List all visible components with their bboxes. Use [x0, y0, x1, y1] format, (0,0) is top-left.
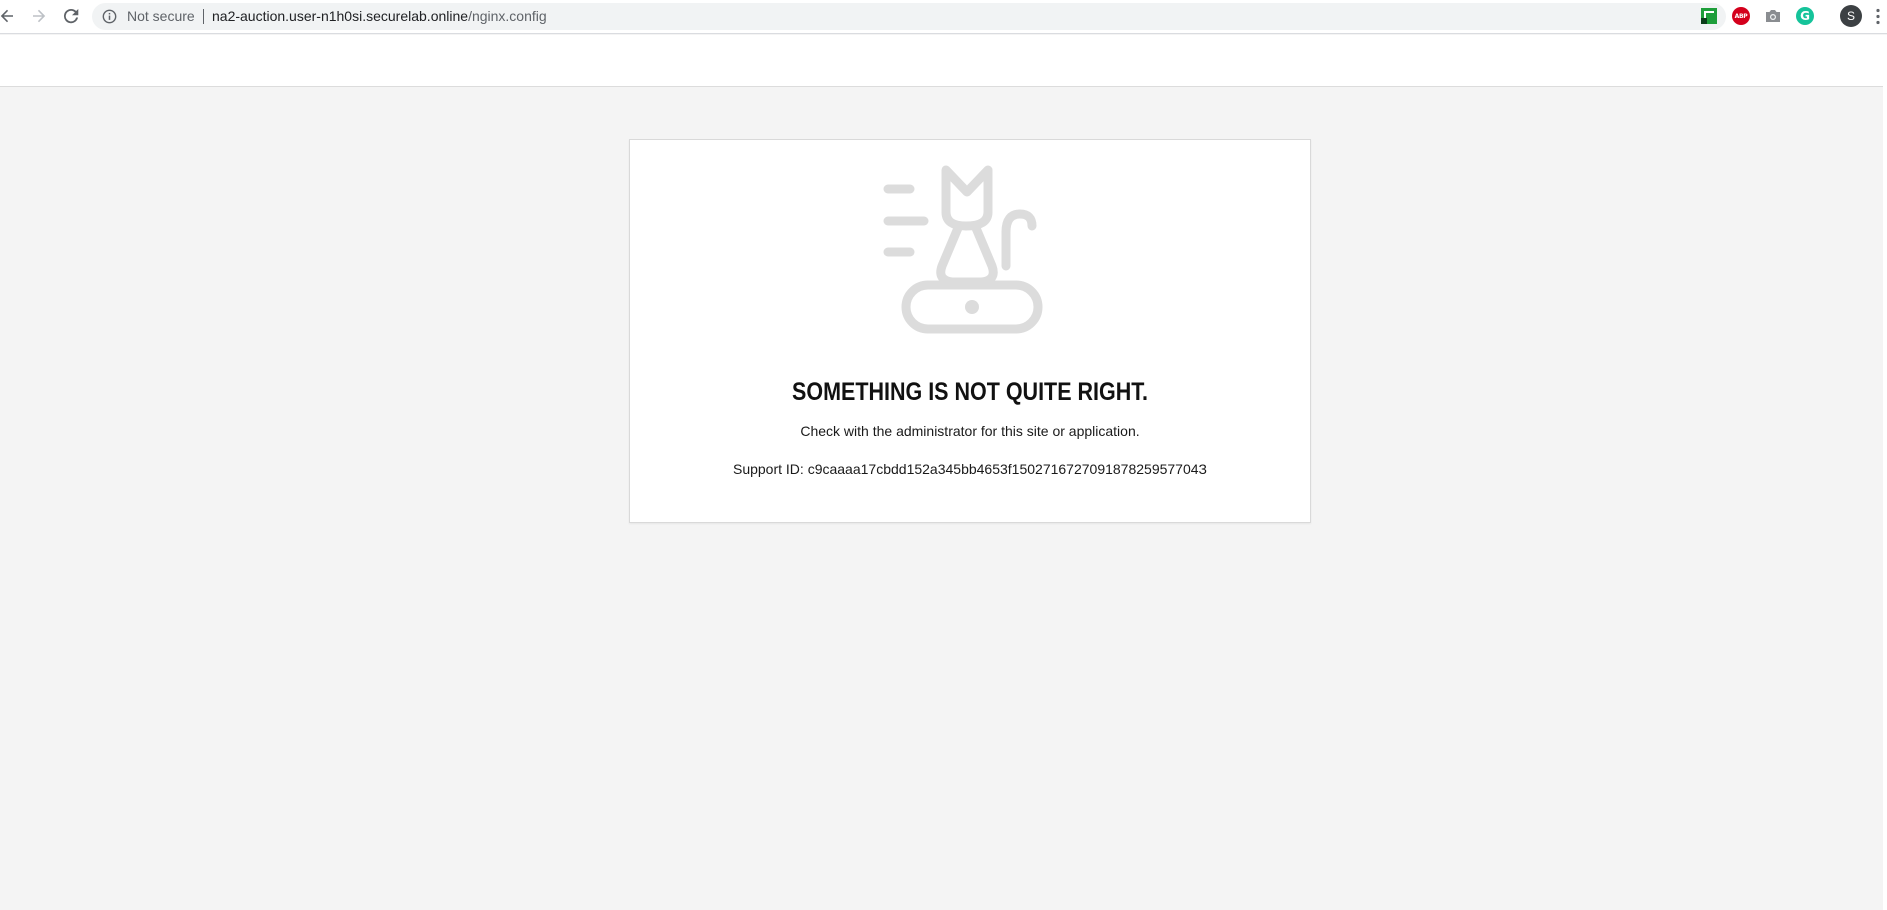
forward-button[interactable] [28, 5, 50, 27]
url-path: /nginx.config [468, 8, 547, 24]
grammarly-label: G [1800, 9, 1810, 23]
url-host: na2-auction.user-n1h0si.securelab.online [212, 8, 469, 24]
error-message: Check with the administrator for this si… [800, 423, 1140, 439]
arrow-left-icon [0, 9, 13, 23]
arrow-right-icon [33, 9, 46, 23]
profile-avatar[interactable]: S [1840, 5, 1862, 27]
url-text[interactable]: na2-auction.user-n1h0si.securelab.online… [212, 8, 547, 25]
error-title: SOMETHING IS NOT QUITE RIGHT. [792, 378, 1148, 406]
browser-toolbar: Not secure na2-auction.user-n1h0si.secur… [0, 0, 1887, 34]
green-extension-icon[interactable] [1700, 7, 1718, 25]
info-icon[interactable] [102, 9, 117, 24]
support-id-label: Support ID: [732, 461, 804, 477]
more-menu-icon[interactable] [1875, 8, 1881, 25]
site-header-bar [0, 35, 1883, 87]
reload-icon [63, 8, 79, 24]
address-bar[interactable]: Not secure na2-auction.user-n1h0si.secur… [92, 3, 1726, 30]
adblock-plus-icon[interactable]: ABP [1732, 7, 1750, 25]
cat-icon [883, 165, 1043, 334]
camera-icon[interactable] [1764, 7, 1782, 25]
support-id-value: c9caaaa17cbdd152a345bb4653f1502716727091… [807, 461, 1207, 477]
security-status-label[interactable]: Not secure [127, 8, 195, 25]
address-divider [203, 9, 204, 24]
adblock-plus-label: ABP [1734, 12, 1748, 20]
support-id-line: Support ID: c9caaaa17cbdd152a345bb4653f1… [630, 461, 1310, 478]
back-button[interactable] [0, 5, 18, 27]
error-card: SOMETHING IS NOT QUITE RIGHT. Check with… [629, 139, 1311, 523]
scrollbar-track[interactable] [1883, 35, 1887, 910]
grammarly-icon[interactable]: G [1796, 7, 1814, 25]
reload-button[interactable] [60, 5, 82, 27]
